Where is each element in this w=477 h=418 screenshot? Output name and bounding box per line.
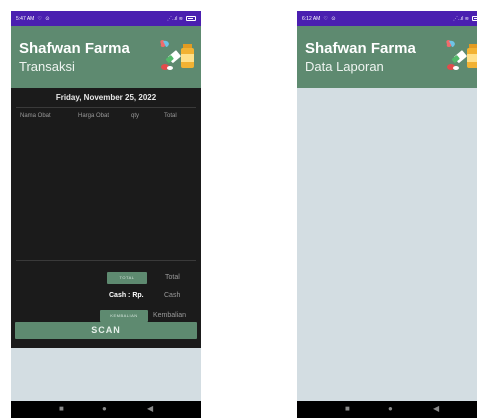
battery-icon (186, 16, 196, 21)
back-icon[interactable]: ◀ (147, 404, 153, 413)
navigation-bar: ■ ● ◀ (297, 401, 477, 418)
col-total: Total (164, 113, 177, 119)
report-content-area (297, 88, 477, 401)
total-value: Total (165, 274, 180, 281)
kembalian-button[interactable]: KEMBALIAN (100, 310, 148, 322)
transaction-panel: Friday, November 25, 2022 Nama Obat Harg… (11, 88, 201, 348)
app-title: Shafwan Farma (305, 40, 416, 57)
total-button[interactable]: TOTAL (107, 272, 147, 284)
app-title: Shafwan Farma (19, 40, 130, 57)
back-icon[interactable]: ◀ (433, 404, 439, 413)
pharmacy-logo-icon (160, 40, 194, 70)
divider (16, 107, 196, 108)
col-nama-obat: Nama Obat (20, 113, 51, 119)
status-bar: 5:47 AM ♡ ⊙ ⋰..ıl ≋ (11, 11, 201, 26)
scan-button[interactable]: SCAN (15, 322, 197, 339)
app-header: Shafwan Farma Data Laporan (297, 26, 477, 88)
signal-wifi-icon: ⋰..ıl ≋ (167, 15, 183, 22)
screen-subtitle: Data Laporan (305, 59, 384, 74)
app-header: Shafwan Farma Transaksi (11, 26, 201, 88)
transaksi-screen: 5:47 AM ♡ ⊙ ⋰..ıl ≋ Shafwan Farma Transa… (11, 11, 201, 418)
home-icon[interactable]: ● (388, 404, 393, 413)
notification-icons: ♡ ⊙ (323, 15, 337, 22)
signal-wifi-icon: ⋰..ıl ≋ (453, 15, 469, 22)
recents-icon[interactable]: ■ (345, 404, 350, 413)
transaction-date: Friday, November 25, 2022 (55, 93, 157, 102)
data-laporan-screen: 6:12 AM ♡ ⊙ ⋰..ıl ≋ Shafwan Farma Data L… (297, 11, 477, 418)
notification-icons: ♡ ⊙ (37, 15, 51, 22)
status-time: 5:47 AM (16, 15, 35, 22)
kembalian-value: Kembalian (153, 312, 187, 319)
battery-icon (472, 16, 477, 21)
cash-label: Cash : Rp. (109, 292, 144, 299)
col-harga-obat: Harga Obat (78, 113, 110, 119)
col-qty: qty (131, 113, 140, 119)
home-icon[interactable]: ● (102, 404, 107, 413)
recents-icon[interactable]: ■ (59, 404, 64, 413)
navigation-bar: ■ ● ◀ (11, 401, 201, 418)
empty-area (11, 348, 201, 401)
status-bar: 6:12 AM ♡ ⊙ ⋰..ıl ≋ (297, 11, 477, 26)
status-time: 6:12 AM (302, 15, 321, 22)
cash-input[interactable]: Cash (164, 292, 180, 299)
screen-subtitle: Transaksi (19, 59, 75, 74)
divider (16, 260, 196, 261)
pharmacy-logo-icon (446, 40, 477, 70)
